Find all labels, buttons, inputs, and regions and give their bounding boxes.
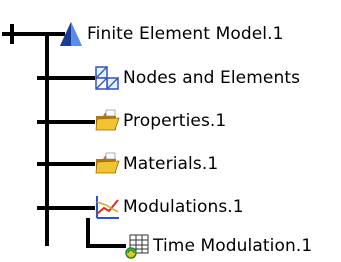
expand-toggle-nodes[interactable] [37,68,57,88]
tree-connector-sub-h [86,244,126,248]
modulations-icon [96,196,119,219]
tree-node-modulations[interactable]: Modulations.1 [94,191,244,223]
tree-node-time-modulation[interactable]: Time Modulation.1 [124,230,312,262]
finite-element-model-icon [60,22,82,46]
folder-icon [95,152,120,174]
tree-node-label: Materials.1 [123,154,219,174]
tree-node-materials[interactable]: Materials.1 [94,148,218,180]
tree-node-nodes-and-elements[interactable]: Nodes and Elements [94,62,300,94]
tree-node-label: Finite Element Model.1 [87,24,284,44]
tree-node-label: Nodes and Elements [123,68,301,88]
tree-node-properties[interactable]: Properties.1 [94,105,226,137]
tree-node-root[interactable]: Finite Element Model.1 [58,18,284,50]
expand-toggle-materials[interactable] [37,154,57,174]
tree-connector-root-stub [45,32,49,48]
expand-toggle-modulations[interactable] [37,198,57,218]
tree-node-label: Properties.1 [123,111,227,131]
time-modulation-icon [125,234,149,259]
expand-toggle-properties[interactable] [37,112,57,132]
folder-icon [95,109,120,131]
expand-toggle-root[interactable] [2,24,22,44]
tree-node-label: Modulations.1 [123,197,244,217]
nodes-and-elements-icon [95,66,119,90]
tree-node-label: Time Modulation.1 [153,236,313,256]
specification-tree: Finite Element Model.1 Nodes and Element… [0,0,341,262]
